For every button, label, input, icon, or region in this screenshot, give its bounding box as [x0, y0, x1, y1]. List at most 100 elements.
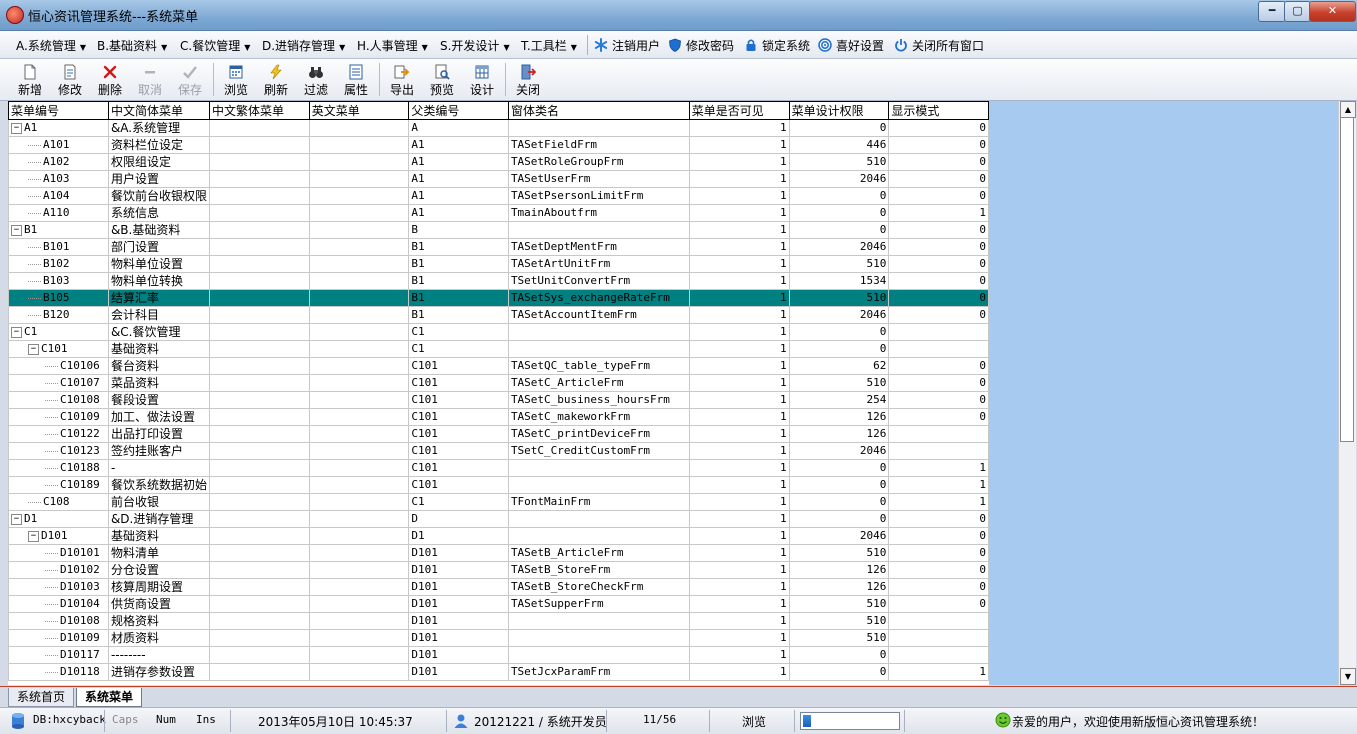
- cell-parent-code[interactable]: D101: [408, 629, 509, 647]
- cell-menu-code[interactable]: D10102: [8, 561, 109, 579]
- cell-cn-traditional[interactable]: [208, 561, 310, 579]
- cell-form-class[interactable]: TSetUnitConvertFrm: [507, 272, 690, 290]
- cell-cn-simplified[interactable]: --------: [107, 646, 210, 664]
- cell-design-permission[interactable]: 510: [788, 544, 890, 562]
- table-row[interactable]: C108 前台收银 C1 TFontMainFrm 1 0 1: [8, 493, 989, 511]
- cell-visible[interactable]: 1: [688, 238, 790, 256]
- cell-visible[interactable]: 1: [688, 510, 790, 528]
- cell-design-permission[interactable]: 0: [788, 476, 890, 494]
- cell-cn-simplified[interactable]: 餐段设置: [107, 391, 210, 409]
- cell-menu-code[interactable]: − D101: [8, 527, 109, 545]
- cell-menu-code[interactable]: − C101: [8, 340, 109, 358]
- cell-form-class[interactable]: TASetDeptMentFrm: [507, 238, 690, 256]
- cell-visible[interactable]: 1: [688, 663, 790, 681]
- cell-display-mode[interactable]: 0: [888, 408, 989, 426]
- cell-display-mode[interactable]: 0: [888, 153, 989, 171]
- cell-english[interactable]: [308, 629, 410, 647]
- cell-display-mode[interactable]: 0: [888, 510, 989, 528]
- cell-form-class[interactable]: TASetC_makeworkFrm: [507, 408, 690, 426]
- cell-visible[interactable]: 1: [688, 595, 790, 613]
- table-row[interactable]: B120 会计科目 B1 TASetAccountItemFrm 1 2046 0: [8, 306, 989, 324]
- cell-visible[interactable]: 1: [688, 272, 790, 290]
- cell-form-class[interactable]: TASetB_StoreCheckFrm: [507, 578, 690, 596]
- cell-design-permission[interactable]: 0: [788, 340, 890, 358]
- cell-display-mode[interactable]: 0: [888, 238, 989, 256]
- cell-parent-code[interactable]: A1: [408, 204, 509, 222]
- menu-system[interactable]: A.系统管理 ▼: [16, 37, 86, 54]
- cell-display-mode[interactable]: 1: [888, 204, 989, 222]
- cell-menu-code[interactable]: A101: [8, 136, 109, 154]
- cell-parent-code[interactable]: D101: [408, 612, 509, 630]
- cell-display-mode[interactable]: [888, 629, 989, 647]
- cell-cn-simplified[interactable]: 基础资料: [107, 340, 210, 358]
- cell-visible[interactable]: 1: [688, 306, 790, 324]
- cell-menu-code[interactable]: A102: [8, 153, 109, 171]
- cell-visible[interactable]: 1: [688, 153, 790, 171]
- cell-menu-code[interactable]: A110: [8, 204, 109, 222]
- cell-english[interactable]: [308, 153, 410, 171]
- table-row[interactable]: − D1 &D.进销存管理 D 1 0 0: [8, 510, 989, 528]
- cell-display-mode[interactable]: 0: [888, 374, 989, 392]
- cell-form-class[interactable]: TASetB_ArticleFrm: [507, 544, 690, 562]
- cell-display-mode[interactable]: 0: [888, 136, 989, 154]
- cell-cn-simplified[interactable]: 加工、做法设置: [107, 408, 210, 426]
- cell-cn-traditional[interactable]: [208, 272, 310, 290]
- cell-cn-simplified[interactable]: 会计科目: [107, 306, 210, 324]
- cell-menu-code[interactable]: D10104: [8, 595, 109, 613]
- cell-visible[interactable]: 1: [688, 119, 790, 137]
- cell-parent-code[interactable]: C101: [408, 374, 509, 392]
- cell-parent-code[interactable]: D101: [408, 595, 509, 613]
- table-row[interactable]: C10188- C101 1 0 1: [8, 459, 989, 477]
- cell-parent-code[interactable]: C1: [408, 493, 509, 511]
- cell-menu-code[interactable]: C10188: [8, 459, 109, 477]
- cell-parent-code[interactable]: B1: [408, 272, 509, 290]
- cell-display-mode[interactable]: 1: [888, 476, 989, 494]
- cell-visible[interactable]: 1: [688, 646, 790, 664]
- cell-english[interactable]: [308, 272, 410, 290]
- cell-menu-code[interactable]: D10118: [8, 663, 109, 681]
- cell-parent-code[interactable]: C101: [408, 391, 509, 409]
- cell-form-class[interactable]: [507, 459, 690, 477]
- cell-form-class[interactable]: [507, 221, 690, 239]
- cell-visible[interactable]: 1: [688, 612, 790, 630]
- cell-display-mode[interactable]: 0: [888, 391, 989, 409]
- cell-cn-simplified[interactable]: 餐饮系统数据初始: [107, 476, 210, 494]
- table-row[interactable]: B103 物料单位转换 B1 TSetUnitConvertFrm 1 1534 0: [8, 272, 989, 290]
- cell-cn-traditional[interactable]: [208, 527, 310, 545]
- cell-design-permission[interactable]: 510: [788, 612, 890, 630]
- cell-english[interactable]: [308, 391, 410, 409]
- table-row[interactable]: − B1 &B.基础资料 B 1 0 0: [8, 221, 989, 239]
- cell-design-permission[interactable]: 0: [788, 187, 890, 205]
- cell-cn-traditional[interactable]: [208, 204, 310, 222]
- cell-cn-traditional[interactable]: [208, 306, 310, 324]
- table-row[interactable]: C10123 签约挂账客户 C101 TSetC_CreditCustomFrm 1 20…: [8, 442, 989, 460]
- cell-cn-simplified[interactable]: 签约挂账客户: [107, 442, 210, 460]
- cell-cn-simplified[interactable]: &A.系统管理: [107, 119, 210, 137]
- cell-cn-simplified[interactable]: 物料单位转换: [107, 272, 210, 290]
- cell-parent-code[interactable]: B1: [408, 238, 509, 256]
- cell-display-mode[interactable]: 0: [888, 561, 989, 579]
- cell-parent-code[interactable]: B: [408, 221, 509, 239]
- cell-visible[interactable]: 1: [688, 544, 790, 562]
- cell-form-class[interactable]: [507, 646, 690, 664]
- cell-english[interactable]: [308, 187, 410, 205]
- menu-toolbar[interactable]: T.工具栏 ▼: [521, 37, 577, 54]
- cell-form-class[interactable]: TASetSupperFrm: [507, 595, 690, 613]
- table-row[interactable]: C10106 餐台资料 C101 TASetQC_table_typeFrm 1 62 0: [8, 357, 989, 375]
- cell-cn-traditional[interactable]: [208, 578, 310, 596]
- cell-design-permission[interactable]: 0: [788, 663, 890, 681]
- table-row[interactable]: A101 资料栏位设定 A1 TASetFieldFrm 1 446 0: [8, 136, 989, 154]
- table-row[interactable]: D10102 分仓设置 D101 TASetB_StoreFrm 1 126 0: [8, 561, 989, 579]
- cell-english[interactable]: [308, 561, 410, 579]
- cell-cn-simplified[interactable]: 餐饮前台收银权限: [107, 187, 210, 205]
- cell-design-permission[interactable]: 0: [788, 459, 890, 477]
- cell-menu-code[interactable]: C10106: [8, 357, 109, 375]
- export-button[interactable]: 导出: [382, 61, 422, 98]
- tree-collapse-icon[interactable]: −: [28, 344, 39, 355]
- cell-visible[interactable]: 1: [688, 170, 790, 188]
- preferences-button[interactable]: 喜好设置: [818, 37, 884, 54]
- cell-cn-traditional[interactable]: [208, 323, 310, 341]
- cell-visible[interactable]: 1: [688, 323, 790, 341]
- cell-cn-traditional[interactable]: [208, 425, 310, 443]
- cell-form-class[interactable]: TASetB_StoreFrm: [507, 561, 690, 579]
